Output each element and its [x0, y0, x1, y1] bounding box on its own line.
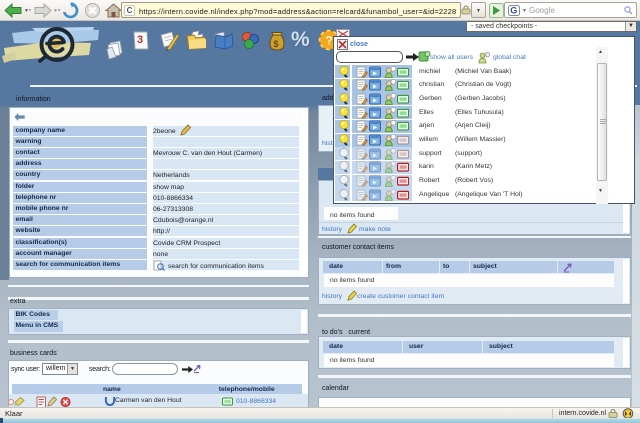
svg-text:?: ? [326, 34, 333, 48]
svg-text:3: 3 [137, 34, 143, 46]
svg-text:G: G [510, 6, 517, 16]
svg-text:$: $ [274, 39, 279, 49]
